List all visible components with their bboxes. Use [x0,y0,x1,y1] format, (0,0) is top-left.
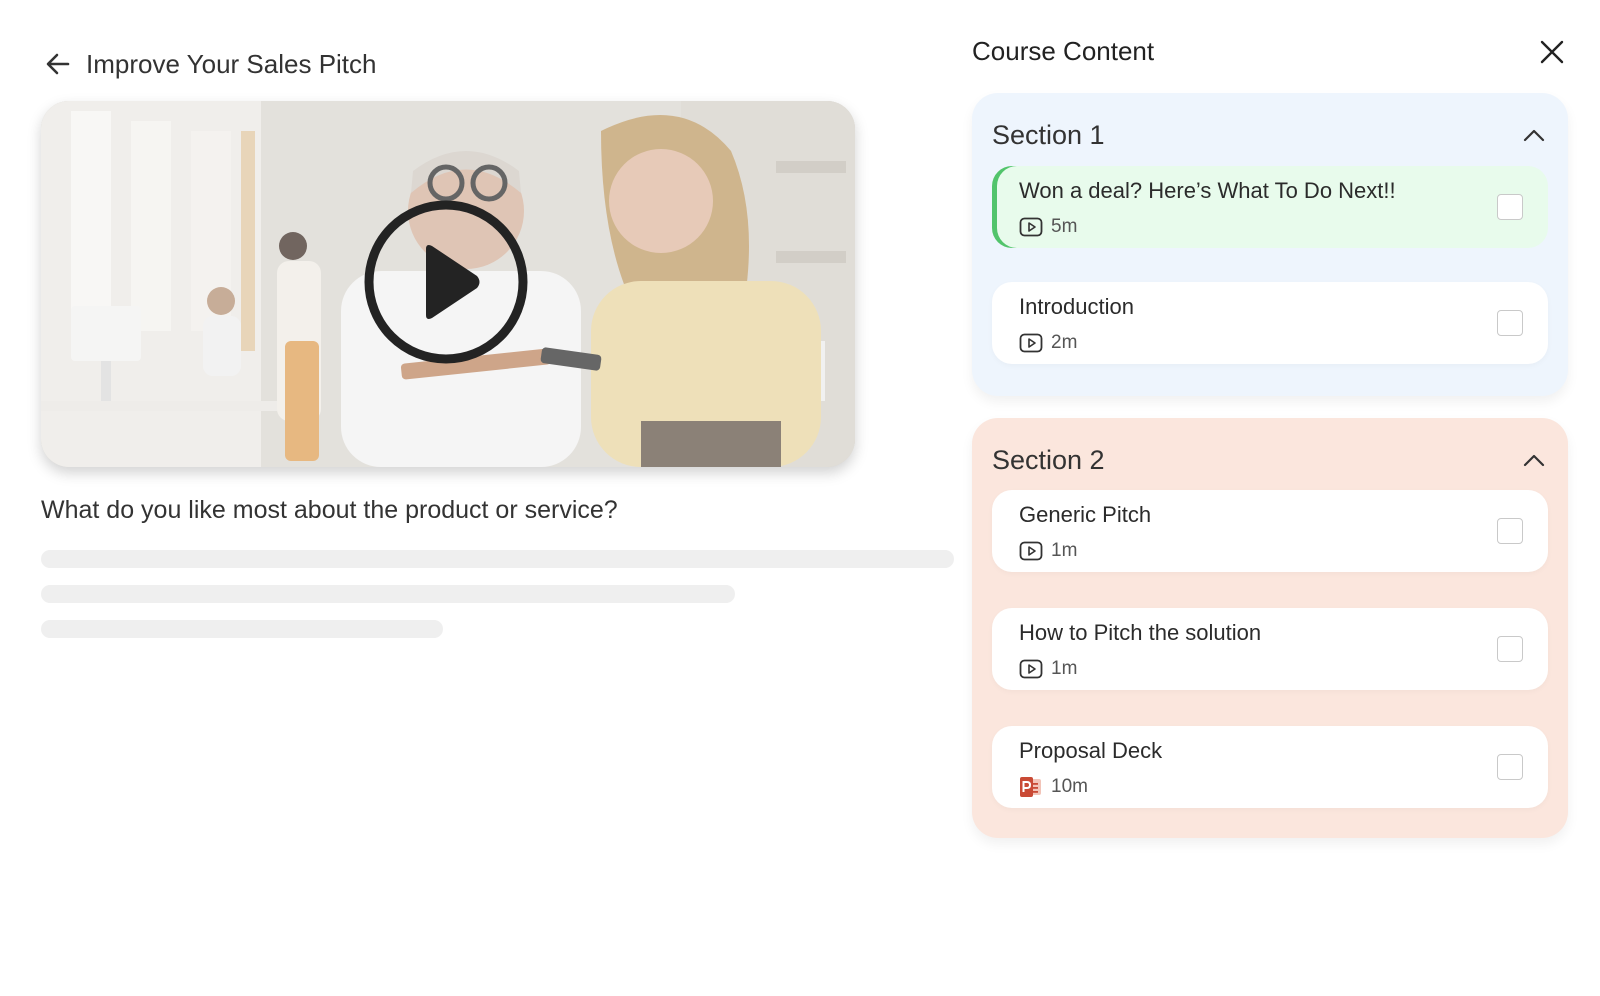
lesson-duration: 1m [1051,658,1078,679]
lesson-duration: 1m [1051,540,1078,561]
chevron-up-icon[interactable] [1520,446,1548,474]
lesson-duration: 5m [1051,216,1078,237]
lesson-checkbox[interactable] [1497,518,1523,544]
page-title: Improve Your Sales Pitch [86,48,377,79]
play-icon [426,245,480,319]
course-content-title: Course Content [972,36,1155,66]
video-player[interactable] [41,101,855,467]
section-title: Section 1 [992,119,1105,150]
lesson-duration: 10m [1051,776,1088,797]
page-header: Improve Your Sales Pitch [40,44,377,84]
lesson-checkbox[interactable] [1497,310,1523,336]
course-player-screen: Improve Your Sales Pitch What do you lik… [0,0,1600,996]
skeleton-line [41,585,735,603]
powerpoint-icon [1020,777,1041,797]
close-icon [1540,40,1564,64]
section-header[interactable]: Section 1 [992,117,1548,153]
lesson-item[interactable]: How to Pitch the solution 1m [992,608,1548,690]
lesson-item[interactable]: Proposal Deck 10m [992,726,1548,808]
lesson-checkbox[interactable] [1497,636,1523,662]
play-button[interactable] [363,199,529,365]
lesson-title: Won a deal? Here’s What To Do Next!! [1019,178,1396,203]
lesson-meta: 1m [1019,658,1077,680]
arrow-left-icon [46,53,70,75]
lesson-title: How to Pitch the solution [1019,620,1262,645]
lesson-title: Introduction [1019,294,1134,319]
video-icon [1019,217,1043,237]
lesson-title: Proposal Deck [1019,738,1163,763]
video-icon [1019,333,1043,353]
lesson-checkbox[interactable] [1497,194,1523,220]
lesson-duration: 2m [1051,332,1078,353]
lesson-meta: 5m [1019,216,1077,238]
section-header[interactable]: Section 2 [992,442,1548,478]
chevron-up-icon[interactable] [1520,121,1548,149]
section-title: Section 2 [992,444,1105,475]
skeleton-line [41,550,954,568]
skeleton-line [41,620,443,638]
lesson-meta: 1m [1019,540,1077,562]
lesson-item[interactable]: Introduction 2m [992,282,1548,364]
close-button[interactable] [1534,34,1570,70]
lesson-meta: 10m [1019,776,1088,798]
lesson-title: Generic Pitch [1019,502,1152,527]
lesson-meta: 2m [1019,332,1077,354]
course-section-2: Section 2 Generic Pitch 1m How to Pitch … [972,418,1568,838]
course-section-1: Section 1 Won a deal? Here’s What To Do … [972,93,1568,396]
video-icon [1019,659,1043,679]
lesson-item[interactable]: Generic Pitch 1m [992,490,1548,572]
question-text: What do you like most about the product … [41,496,618,524]
video-icon [1019,541,1043,561]
lesson-item[interactable]: Won a deal? Here’s What To Do Next!! 5m [992,166,1548,248]
back-button[interactable] [40,46,76,82]
lesson-checkbox[interactable] [1497,754,1523,780]
